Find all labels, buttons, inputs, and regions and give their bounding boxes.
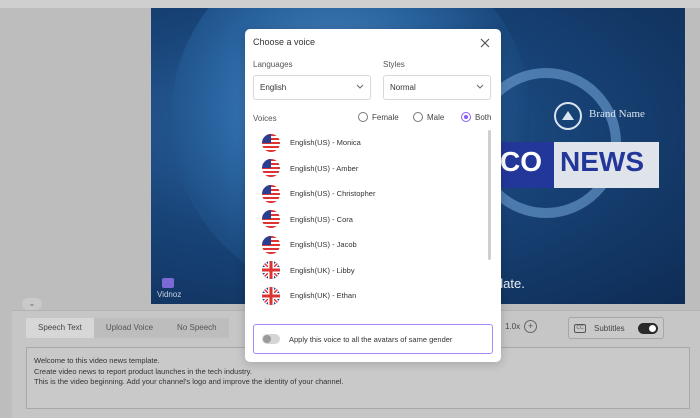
us-flag-icon	[262, 236, 280, 254]
dialog-title: Choose a voice	[253, 37, 316, 47]
us-flag-icon	[262, 159, 280, 177]
style-value: Normal	[390, 83, 416, 92]
voice-item[interactable]: English(UK) - Ethan	[253, 283, 491, 309]
uk-flag-icon	[262, 261, 280, 279]
language-value: English	[260, 83, 287, 92]
voice-item[interactable]: English(US) - Jacob	[253, 232, 491, 258]
close-icon[interactable]	[480, 38, 490, 48]
voice-name: English(US) - Jacob	[290, 240, 357, 250]
chevron-down-icon: ⌄	[28, 299, 36, 308]
voice-name: English(US) - Cora	[290, 214, 353, 224]
voice-item[interactable]: English(US) - Monica	[253, 130, 491, 156]
apply-toggle[interactable]	[262, 334, 280, 344]
voice-list-scrollbar[interactable]	[488, 130, 491, 260]
style-select[interactable]: Normal	[383, 75, 491, 100]
language-select[interactable]: English	[253, 75, 371, 100]
subtitles-toggle[interactable]	[638, 322, 658, 334]
radio-circle-selected	[461, 112, 471, 122]
us-flag-icon	[262, 185, 280, 203]
script-line: Create video news to report product laun…	[34, 366, 252, 376]
brand-logo-icon	[554, 102, 582, 130]
brand-name: Brand Name	[589, 108, 645, 120]
left-panel	[0, 8, 150, 304]
script-line: This is the video beginning. Add your ch…	[34, 377, 344, 386]
languages-label: Languages	[253, 60, 293, 69]
radio-label: Female	[372, 112, 399, 122]
radio-circle	[413, 112, 423, 122]
speed-control: 1.0x +	[505, 320, 538, 333]
chevron-down-icon	[476, 84, 484, 89]
voice-item[interactable]: English(US) - Amber	[253, 156, 491, 182]
apply-same-gender-option[interactable]: Apply this voice to all the avatars of s…	[253, 324, 493, 354]
subtitles-label: Subtitles	[594, 323, 625, 333]
radio-male[interactable]: Male	[413, 112, 444, 122]
voice-name: English(US) - Monica	[290, 138, 361, 148]
tab-upload-voice[interactable]: Upload Voice	[93, 318, 166, 338]
styles-label: Styles	[383, 60, 405, 69]
voice-name: English(UK) - Libby	[290, 265, 355, 275]
collapse-button[interactable]: ⌄	[22, 298, 42, 310]
voice-item[interactable]: English(UK) - Libby	[253, 258, 491, 284]
news-text-news: NEWS	[560, 146, 644, 177]
us-flag-icon	[262, 134, 280, 152]
voice-item[interactable]: English(US) - Cora	[253, 207, 491, 233]
radio-both[interactable]: Both	[461, 112, 491, 122]
tab-speech-text[interactable]: Speech Text	[26, 318, 94, 338]
top-bar	[0, 0, 700, 8]
radio-label: Both	[475, 112, 492, 122]
us-flag-icon	[262, 210, 280, 228]
radio-label: Male	[427, 112, 445, 122]
cc-icon: CC	[574, 323, 586, 333]
right-panel	[685, 8, 700, 304]
voice-item[interactable]: English(US) - Christopher	[253, 181, 491, 207]
voices-label: Voices	[253, 114, 277, 123]
news-text-co: CO	[500, 146, 542, 177]
radio-circle	[358, 112, 368, 122]
voice-name: English(UK) - Ethan	[290, 291, 357, 301]
voice-list: English(US) - Monica English(US) - Amber…	[253, 130, 491, 316]
speed-value: 1.0x	[505, 322, 521, 331]
tab-no-speech[interactable]: No Speech	[165, 318, 229, 338]
plus-icon[interactable]: +	[524, 320, 538, 333]
subtitles-control: CC Subtitles	[568, 317, 664, 339]
voice-name: English(US) - Christopher	[290, 189, 376, 199]
apply-label: Apply this voice to all the avatars of s…	[289, 334, 453, 344]
chevron-down-icon	[356, 84, 364, 89]
vidnoz-logo-icon	[162, 278, 174, 288]
choose-voice-dialog: Choose a voice Languages English Styles …	[245, 29, 501, 362]
speech-tabs: Speech Text Upload Voice No Speech	[26, 318, 229, 338]
uk-flag-icon	[262, 287, 280, 305]
watermark: Vidnoz	[157, 290, 182, 299]
radio-female[interactable]: Female	[358, 112, 399, 122]
voice-name: English(US) - Amber	[290, 163, 359, 173]
